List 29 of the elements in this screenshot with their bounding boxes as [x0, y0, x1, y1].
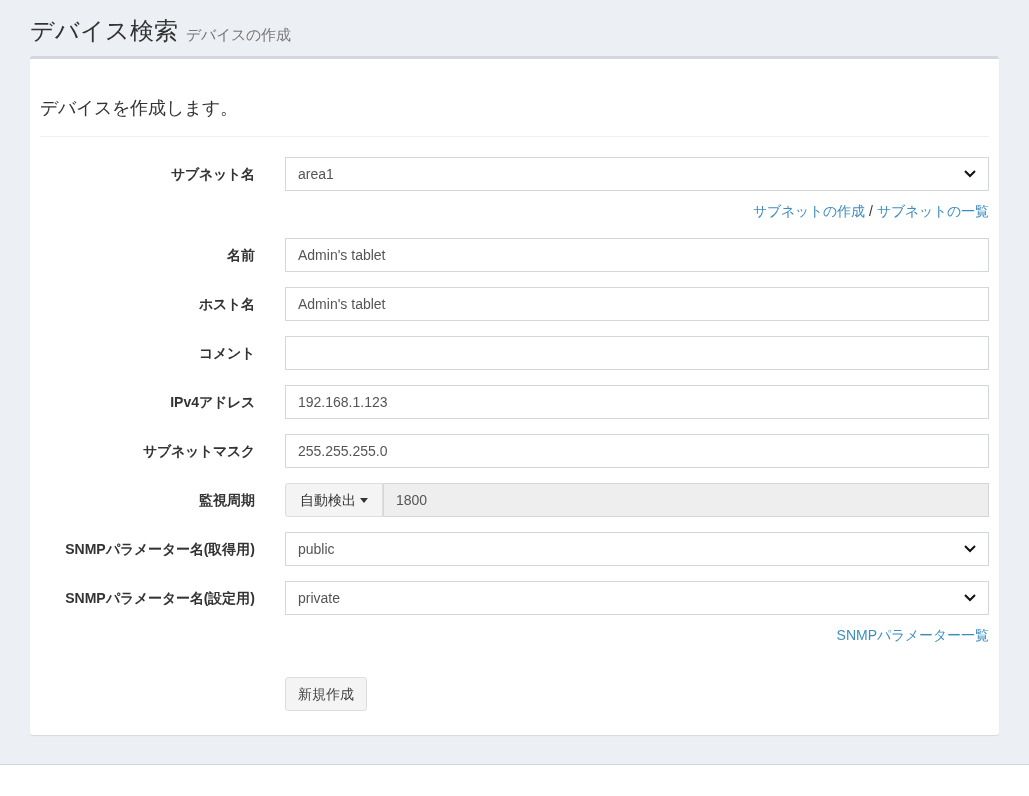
field-label: サブネット名	[170, 164, 255, 184]
chevron-down-icon	[964, 170, 976, 178]
chevron-down-icon	[964, 594, 976, 602]
input-field[interactable]: Admin's tablet	[285, 287, 989, 321]
chevron-down-icon	[964, 545, 976, 553]
field-label: コメント	[198, 343, 255, 363]
field-label: 監視周期	[198, 490, 255, 510]
link[interactable]: SNMPパラメーター一覧	[836, 625, 989, 646]
create-button[interactable]: 新規作成	[285, 677, 367, 711]
field-label: サブネットマスク	[142, 441, 255, 461]
field-label: SNMPパラメーター名(取得用)	[64, 539, 255, 559]
select-field[interactable]: public	[285, 532, 989, 566]
intro-text: デバイスを作成します。	[40, 97, 239, 120]
input-field[interactable]: Admin's tablet	[285, 238, 989, 272]
field-label: 名前	[226, 245, 255, 265]
field-label: IPv4アドレス	[169, 392, 255, 412]
link[interactable]: サブネットの一覧	[877, 201, 989, 222]
link[interactable]: サブネットの作成	[753, 201, 866, 222]
input-field[interactable]	[285, 336, 989, 370]
field-label: ホスト名	[198, 294, 255, 314]
select-field[interactable]: area1	[285, 157, 989, 191]
page-subtitle: デバイスの作成	[186, 25, 291, 45]
caret-icon	[360, 497, 368, 503]
input-field[interactable]: 255.255.255.0	[285, 434, 989, 468]
input-field[interactable]: 192.168.1.123	[285, 385, 989, 419]
field-label: SNMPパラメーター名(設定用)	[64, 588, 255, 608]
select-field[interactable]: private	[285, 581, 989, 615]
page-title: デバイス検索	[30, 16, 178, 46]
link-separator: /	[869, 202, 873, 221]
